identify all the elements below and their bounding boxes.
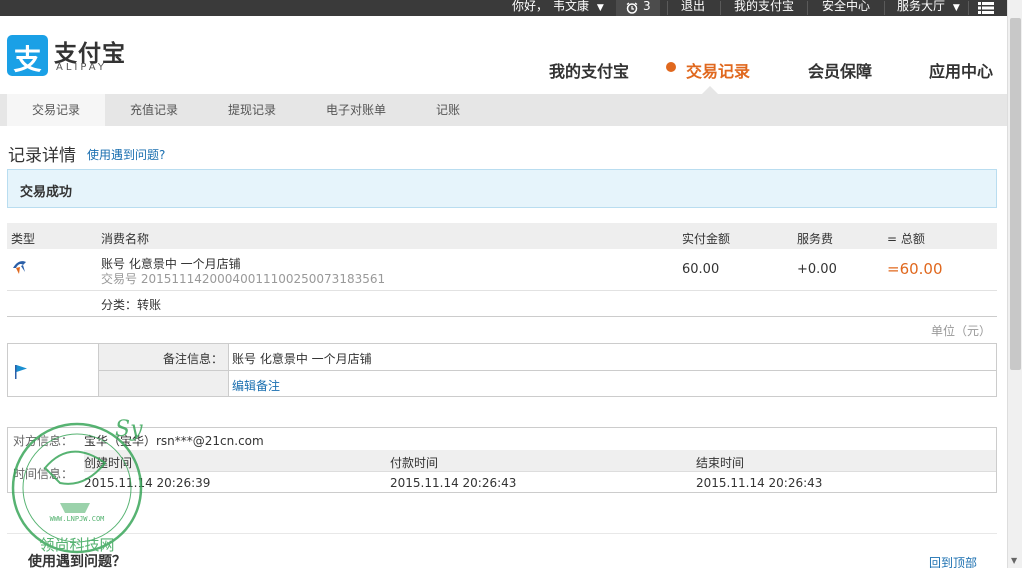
my-alipay-link[interactable]: 我的支付宝 (734, 0, 794, 16)
paid-time-label: 付款时间 (390, 456, 439, 470)
tab-e-statement[interactable]: 电子对账单 (311, 94, 401, 126)
tab-transaction-records[interactable]: 交易记录 (7, 94, 105, 126)
nav-member-protection[interactable]: 会员保障 (808, 58, 872, 82)
col-total: = 总额 (887, 232, 925, 246)
back-to-top-link[interactable]: 回到顶部 (929, 554, 977, 568)
counterparty-value: 宝华（宝华）rsn***@21cn.com (84, 434, 264, 448)
edit-remark-link[interactable]: 编辑备注 (232, 377, 280, 394)
currency-unit: 单位（元） (931, 324, 992, 338)
col-paid: 实付金额 (682, 232, 731, 246)
help-link[interactable]: 使用遇到问题? (87, 146, 165, 163)
col-type: 类型 (11, 232, 36, 246)
divider (807, 1, 808, 15)
col-fee: 服务费 (797, 232, 834, 246)
counterparty-label: 对方信息： (13, 434, 74, 448)
paid-amount: 60.00 (682, 262, 720, 277)
page-title: 记录详情 (8, 146, 76, 166)
tab-bookkeeping[interactable]: 记账 (421, 94, 475, 126)
username-menu[interactable]: 韦文康 ▼ (553, 0, 604, 16)
logout-link[interactable]: 退出 (681, 0, 705, 16)
notification-button[interactable]: 3 (616, 0, 660, 16)
watermark-url: WWW.LNPJW.COM (50, 515, 105, 523)
divider (720, 1, 721, 15)
top-bar: 你好， 韦文康 ▼ 3 退出 我的支付宝 安全中心 服务大厅 ▼ (0, 0, 1007, 16)
service-hall-menu[interactable]: 服务大厅 ▼ (897, 0, 960, 16)
greeting-text: 你好， (512, 0, 549, 13)
nav-my-alipay[interactable]: 我的支付宝 (549, 58, 629, 82)
scroll-down-icon[interactable]: ▼ (1011, 556, 1017, 565)
trade-number: 交易号 2015111420004001110025007318356​1 (101, 272, 386, 286)
ended-time-label: 结束时间 (696, 456, 745, 470)
tab-recharge-records[interactable]: 充值记录 (115, 94, 193, 126)
scrollbar-thumb[interactable] (1010, 18, 1021, 370)
sub-nav: 交易记录 充值记录 提现记录 电子对账单 记账 (0, 94, 1007, 126)
vertical-scrollbar[interactable]: ▼ (1007, 0, 1022, 568)
notification-count: 3 (643, 0, 651, 13)
alipay-logo-en: ALIPAY (56, 62, 107, 73)
category-row: 分类：转账 (7, 291, 997, 317)
tab-withdraw-records[interactable]: 提现记录 (213, 94, 291, 126)
service-hall-label: 服务大厅 (897, 0, 946, 13)
remark-box: 备注信息： 账号 化意景中 一个月店铺 编辑备注 (7, 343, 997, 397)
paid-time: 2015.11.14 20:26:43 (390, 476, 517, 490)
time-info-label: 时间信息： (13, 467, 74, 481)
table-header: 类型 消费名称 实付金额 服务费 = 总额 (7, 223, 997, 249)
active-nav-pointer (702, 86, 718, 94)
table-row: 账号 化意景中 一个月店铺 交易号 2015111420004001110025… (7, 249, 997, 291)
active-dot-icon (666, 62, 676, 72)
divider (667, 1, 668, 15)
menu-list-icon[interactable] (978, 2, 994, 14)
service-fee: +0.00 (797, 262, 837, 277)
col-name: 消费名称 (101, 232, 150, 246)
status-banner: 交易成功 (7, 169, 997, 208)
created-time-label: 创建时间 (84, 456, 133, 470)
total-amount: =60.00 (887, 260, 943, 278)
divider (884, 1, 885, 15)
divider (968, 1, 969, 15)
divider (7, 533, 997, 534)
remark-value: 账号 化意景中 一个月店铺 (232, 352, 372, 366)
flag-icon (15, 365, 27, 379)
remark-label: 备注信息： (163, 352, 224, 366)
nav-app-center[interactable]: 应用中心 (929, 58, 993, 82)
status-text: 交易成功 (20, 185, 73, 200)
security-center-link[interactable]: 安全中心 (822, 0, 870, 16)
faq-title: 使用遇到问题？ (28, 554, 126, 568)
transfer-type-icon (13, 261, 26, 274)
username: 韦文康 (553, 0, 590, 13)
chevron-down-icon: ▼ (952, 3, 960, 13)
alipay-logo-icon[interactable]: 支 (7, 35, 48, 76)
chevron-down-icon: ▼ (596, 3, 604, 13)
counterparty-box: 对方信息： 宝华（宝华）rsn***@21cn.com 时间信息： 创建时间 付… (7, 427, 997, 493)
nav-transaction-records[interactable]: 交易记录 (686, 58, 750, 82)
created-time: 2015.11.14 20:26:39 (84, 476, 211, 490)
category-text: 分类：转账 (101, 298, 162, 312)
ended-time: 2015.11.14 20:26:43 (696, 476, 823, 490)
alarm-clock-icon (626, 2, 638, 14)
